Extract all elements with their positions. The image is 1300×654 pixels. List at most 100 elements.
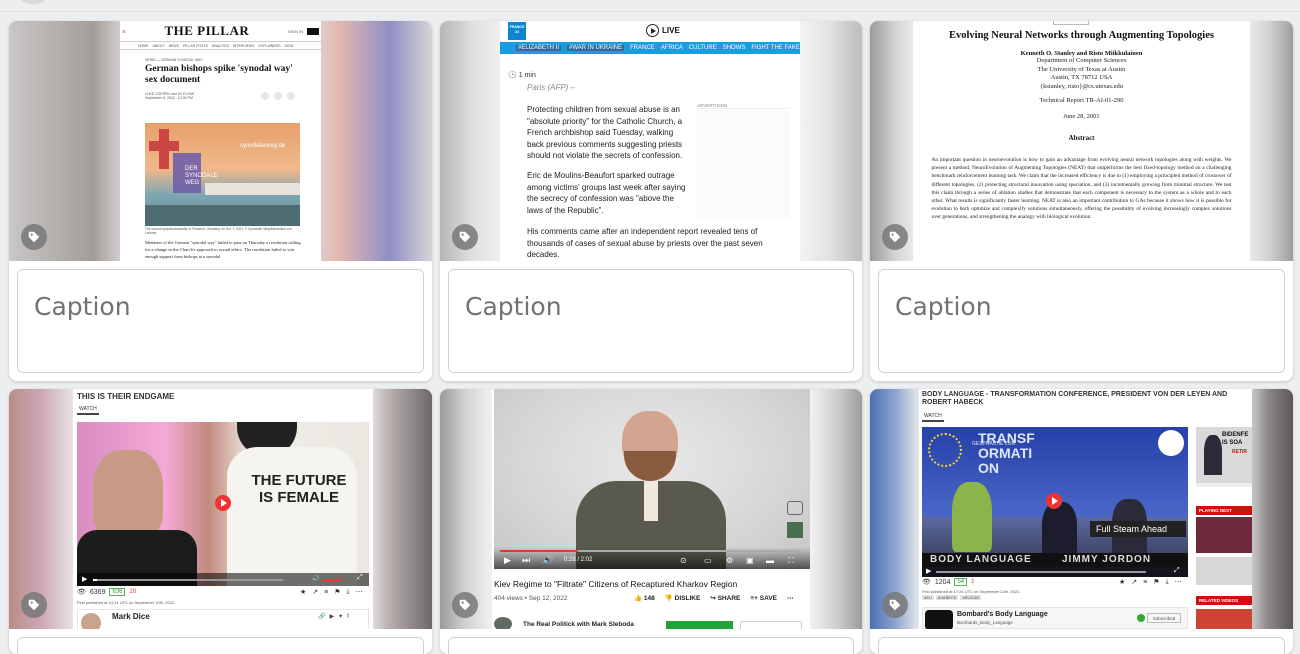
miniplayer-button[interactable]: ▣ <box>746 556 754 565</box>
caption-input[interactable] <box>878 637 1285 654</box>
share-twitter-icon[interactable] <box>261 92 269 100</box>
ad-slot[interactable] <box>697 110 790 220</box>
card-5[interactable]: ▶ ⏭ 🔊 0:28 / 2:02 ⊙ ▭ ⚙ ▣ ▬ ⛶ Kiev Regim… <box>440 389 862 654</box>
volume-icon[interactable]: 🔊 <box>312 575 319 582</box>
player-controls[interactable]: ▶ ⤢ <box>922 567 1188 577</box>
france24-logo[interactable]: FRANCE 24 <box>508 22 526 40</box>
flag-icon[interactable]: ⚑ <box>1153 578 1159 586</box>
dislike-count[interactable]: 1 <box>971 579 974 585</box>
share-icon[interactable]: ↗ <box>1131 578 1137 586</box>
playing-next-thumb[interactable] <box>1196 517 1252 553</box>
fullscreen-icon[interactable]: ⤢ <box>1174 567 1180 575</box>
caption-input[interactable] <box>448 637 854 654</box>
caption-input[interactable]: Caption <box>17 269 424 373</box>
dislike-button[interactable]: 👎 DISLIKE <box>665 594 701 602</box>
fullscreen-icon[interactable]: ⤢ <box>357 574 363 582</box>
channel-avatar[interactable] <box>494 617 512 629</box>
play-button[interactable] <box>1046 493 1062 509</box>
tag-icon[interactable] <box>21 592 47 618</box>
card-6[interactable]: BODY LANGUAGE - TRANSFORMATION CONFERENC… <box>870 389 1293 654</box>
share-email-icon[interactable] <box>287 92 295 100</box>
tag-chip[interactable]: #EU2022 <box>960 595 982 600</box>
tag-chip[interactable]: #EU <box>922 595 934 600</box>
caption-input[interactable]: Caption <box>878 269 1285 373</box>
nav-home[interactable]: HOME <box>138 44 149 48</box>
favorite-icon[interactable]: ★ <box>300 588 306 596</box>
nav-shows[interactable]: SHOWS <box>723 45 746 51</box>
card-4-thumbnail[interactable]: THIS IS THEIR ENDGAME WATCH THE FUTURE I… <box>9 389 432 629</box>
card-3[interactable]: Evolving Neural Networks through Augment… <box>870 21 1293 381</box>
card-1[interactable]: ☰ THE PILLAR SIGN IN HOME ABOUT NEWS PIL… <box>9 21 432 381</box>
tag-icon[interactable] <box>882 592 908 618</box>
related-thumb-2[interactable] <box>1196 609 1252 629</box>
zoom-select[interactable] <box>1053 21 1089 25</box>
caption-input[interactable]: Caption <box>448 269 854 373</box>
like-count[interactable]: 636 <box>109 588 126 596</box>
nav-pillar-posts[interactable]: PILLAR POSTS <box>183 44 208 48</box>
tag-icon[interactable] <box>452 224 478 250</box>
channel-name[interactable]: Bombard's Body Language <box>957 611 1048 618</box>
subtitles-icon[interactable]: ▭ <box>704 556 712 565</box>
save-button[interactable]: ≡+ SAVE <box>750 595 777 602</box>
nav-about[interactable]: ABOUT <box>153 44 165 48</box>
share-button[interactable]: ↪ SHARE <box>710 594 740 602</box>
more-icon[interactable]: ⋯ <box>356 588 363 596</box>
player-play-icon[interactable]: ▶ <box>926 567 931 575</box>
nav-explainers[interactable]: EXPLAINERS <box>259 44 281 48</box>
next-video-thumb[interactable]: BIDENFE IS SOA RETIR <box>1196 427 1252 487</box>
list-icon[interactable]: ≡ <box>324 589 328 596</box>
live-button[interactable]: LIVE <box>646 24 680 37</box>
nav-interviews[interactable]: INTERVIEWS <box>233 44 255 48</box>
video-player[interactable]: THE FUTURE IS FEMALE ▶ 🔊 ⤢ <box>77 422 369 586</box>
list-icon[interactable]: ≡ <box>1143 579 1147 586</box>
volume-icon[interactable]: 🔊 <box>542 555 553 566</box>
play-button[interactable] <box>215 495 231 511</box>
fullscreen-icon[interactable]: ⛶ <box>788 556 794 566</box>
player-controls[interactable]: ▶ ⏭ 🔊 0:28 / 2:02 ⊙ ▭ ⚙ ▣ ▬ ⛶ <box>494 547 810 569</box>
channel-avatar[interactable] <box>81 613 101 629</box>
site-logo[interactable]: THE PILLAR <box>164 23 249 39</box>
video-player[interactable]: ▶ ⏭ 🔊 0:28 / 2:02 ⊙ ▭ ⚙ ▣ ▬ ⛶ <box>494 389 810 569</box>
link-icon[interactable]: 🔗 <box>318 613 325 620</box>
more-icon[interactable]: ⋯ <box>1175 578 1182 586</box>
channel-avatar[interactable] <box>925 610 953 629</box>
nav-analysis[interactable]: ANALYSIS <box>212 44 229 48</box>
nav-africa[interactable]: AFRICA <box>661 45 683 51</box>
sign-in-link[interactable]: SIGN IN <box>288 29 303 34</box>
settings-icon[interactable]: ⚙ <box>726 556 733 565</box>
channel-watermark[interactable] <box>787 522 803 538</box>
autoplay-toggle[interactable]: ⊙ <box>680 556 687 565</box>
card-2[interactable]: FRANCE 24 LIVE ⋮ #ELIZABETH II #WAR IN U… <box>440 21 862 381</box>
channel-name[interactable]: The Real Politick with Mark Sleboda <box>523 621 634 628</box>
watch-tab[interactable]: WATCH <box>77 406 99 415</box>
caption-input[interactable] <box>17 637 424 654</box>
more-icon[interactable]: ⋯ <box>787 594 794 602</box>
nav-data[interactable]: DATA <box>285 44 294 48</box>
facebook-icon[interactable]: f <box>347 614 349 620</box>
share-facebook-icon[interactable] <box>274 92 282 100</box>
youtube-icon[interactable]: ▶ <box>329 613 334 620</box>
tag-chip[interactable]: #HABECK <box>935 595 959 600</box>
tag-icon[interactable] <box>882 224 908 250</box>
top-bar-avatar[interactable] <box>20 0 46 4</box>
player-play-icon[interactable]: ▶ <box>504 555 511 566</box>
more-menu-icon[interactable]: ⋮ <box>797 27 800 36</box>
join-button[interactable] <box>666 621 733 629</box>
video-player[interactable]: GESPRÄCHE ZUR TRANSFORMATION Full Steam … <box>922 427 1188 577</box>
twitter-icon[interactable]: ✦ <box>338 613 343 620</box>
nav-war-ukraine[interactable]: #WAR IN UKRAINE <box>567 45 625 51</box>
tag-icon[interactable] <box>452 592 478 618</box>
subscribed-button[interactable]: Subscribed <box>1147 613 1181 623</box>
card-4[interactable]: THIS IS THEIR ENDGAME WATCH THE FUTURE I… <box>9 389 432 654</box>
nav-culture[interactable]: CULTURE <box>689 45 717 51</box>
card-3-thumbnail[interactable]: Evolving Neural Networks through Augment… <box>870 21 1293 261</box>
tag-icon[interactable] <box>21 224 47 250</box>
download-icon[interactable]: ⤓ <box>347 588 350 596</box>
channel-row[interactable]: Mark Dice 🔗 ▶ ✦ f <box>77 609 369 629</box>
channel-name[interactable]: Mark Dice <box>112 612 150 621</box>
channel-row[interactable]: Bombard's Body Language Bombards_Body_La… <box>922 607 1188 629</box>
nav-news[interactable]: NEWS <box>169 44 180 48</box>
flag-icon[interactable]: ⚑ <box>334 588 340 596</box>
card-6-thumbnail[interactable]: BODY LANGUAGE - TRANSFORMATION CONFERENC… <box>870 389 1293 629</box>
subscribe-button[interactable] <box>307 27 319 35</box>
